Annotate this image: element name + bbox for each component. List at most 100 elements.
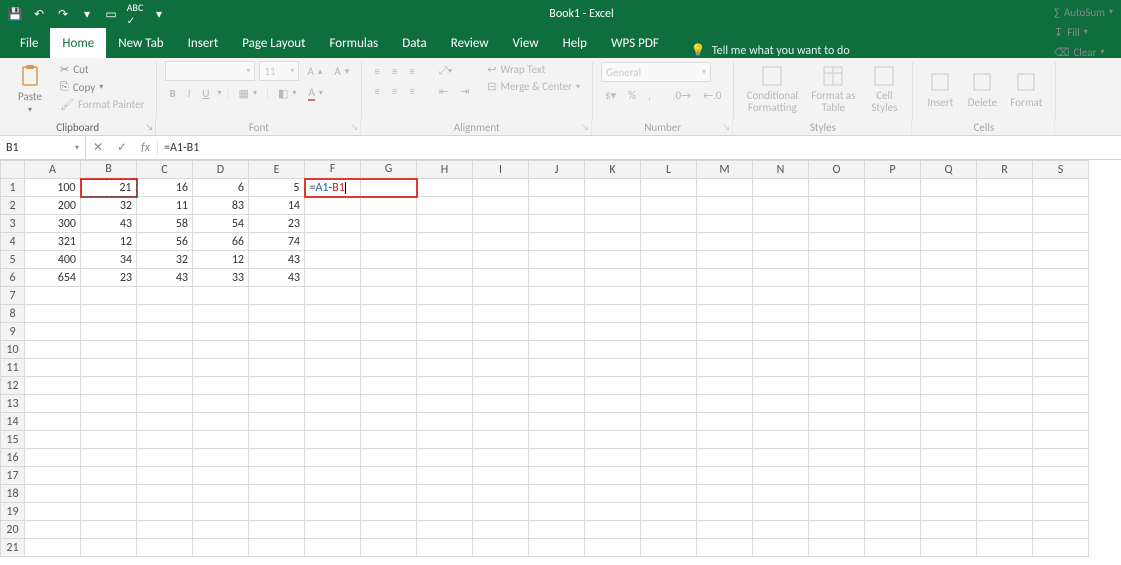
save-icon[interactable]: 💾 (6, 5, 24, 23)
cell-K14[interactable] (585, 413, 641, 431)
cell-S13[interactable] (1033, 395, 1089, 413)
cell-N9[interactable] (753, 323, 809, 341)
formula-bar[interactable]: =A1-B1 (158, 141, 1121, 155)
cell-E15[interactable] (249, 431, 305, 449)
cell-H20[interactable] (417, 521, 473, 539)
cell-G16[interactable] (361, 449, 417, 467)
cell-K11[interactable] (585, 359, 641, 377)
cell-K1[interactable] (585, 179, 641, 197)
cell-O21[interactable] (809, 539, 865, 557)
cell-Q3[interactable] (921, 215, 977, 233)
cell-K6[interactable] (585, 269, 641, 287)
cell-A1[interactable]: 100 (25, 179, 81, 197)
cell-P20[interactable] (865, 521, 921, 539)
cell-A19[interactable] (25, 503, 81, 521)
cell-P15[interactable] (865, 431, 921, 449)
cell-D3[interactable]: 54 (193, 215, 249, 233)
cell-N6[interactable] (753, 269, 809, 287)
cell-L10[interactable] (641, 341, 697, 359)
cell-D16[interactable] (193, 449, 249, 467)
cell-O9[interactable] (809, 323, 865, 341)
tab-formulas[interactable]: Formulas (318, 28, 391, 58)
cell-I10[interactable] (473, 341, 529, 359)
row-header-17[interactable]: 17 (1, 467, 25, 485)
cell-E2[interactable]: 14 (249, 197, 305, 215)
cell-A13[interactable] (25, 395, 81, 413)
clear-button[interactable]: ⌫Clear▾ (1050, 43, 1117, 61)
cell-B8[interactable] (81, 305, 137, 323)
cell-G4[interactable] (361, 233, 417, 251)
tell-me-search[interactable]: 💡 Tell me what you want to do (691, 43, 850, 58)
cell-D12[interactable] (193, 377, 249, 395)
cell-L14[interactable] (641, 413, 697, 431)
row-header-9[interactable]: 9 (1, 323, 25, 341)
cell-L8[interactable] (641, 305, 697, 323)
cell-J1[interactable] (529, 179, 585, 197)
cell-M3[interactable] (697, 215, 753, 233)
cell-N20[interactable] (753, 521, 809, 539)
cell-N21[interactable] (753, 539, 809, 557)
cell-F9[interactable] (305, 323, 361, 341)
cell-I15[interactable] (473, 431, 529, 449)
cell-H12[interactable] (417, 377, 473, 395)
cell-Q5[interactable] (921, 251, 977, 269)
cell-R14[interactable] (977, 413, 1033, 431)
cell-S7[interactable] (1033, 287, 1089, 305)
increase-font-button[interactable]: A▴ (303, 64, 326, 79)
format-as-table-button[interactable]: Format as Table (806, 60, 860, 118)
cell-G11[interactable] (361, 359, 417, 377)
insert-function-button[interactable]: fx (134, 141, 158, 155)
tab-view[interactable]: View (501, 28, 551, 58)
cell-B17[interactable] (81, 467, 137, 485)
cell-B18[interactable] (81, 485, 137, 503)
qat-dropdown-icon[interactable]: ▾ (78, 5, 96, 23)
cell-C4[interactable]: 56 (137, 233, 193, 251)
cell-K7[interactable] (585, 287, 641, 305)
cell-P1[interactable] (865, 179, 921, 197)
cell-R10[interactable] (977, 341, 1033, 359)
cell-E10[interactable] (249, 341, 305, 359)
cell-C17[interactable] (137, 467, 193, 485)
cell-N5[interactable] (753, 251, 809, 269)
row-header-16[interactable]: 16 (1, 449, 25, 467)
cell-K13[interactable] (585, 395, 641, 413)
tab-file[interactable]: File (8, 28, 50, 58)
cell-M14[interactable] (697, 413, 753, 431)
cell-P10[interactable] (865, 341, 921, 359)
name-box[interactable]: B1 ▾ (0, 136, 86, 159)
cell-A17[interactable] (25, 467, 81, 485)
autosum-button[interactable]: ∑AutoSum▾ (1050, 3, 1117, 21)
dialog-launcher-icon[interactable]: ↘ (581, 122, 589, 133)
cell-S14[interactable] (1033, 413, 1089, 431)
cell-H11[interactable] (417, 359, 473, 377)
cell-Q17[interactable] (921, 467, 977, 485)
cell-M1[interactable] (697, 179, 753, 197)
spellcheck-icon[interactable]: ABC✓ (126, 5, 144, 23)
cell-Q13[interactable] (921, 395, 977, 413)
cell-B21[interactable] (81, 539, 137, 557)
merge-center-button[interactable]: ⊟Merge & Center▾ (483, 79, 584, 94)
cell-K3[interactable] (585, 215, 641, 233)
cell-N3[interactable] (753, 215, 809, 233)
cell-O17[interactable] (809, 467, 865, 485)
increase-decimal-button[interactable]: .0→ (669, 88, 695, 103)
cell-H5[interactable] (417, 251, 473, 269)
cell-K20[interactable] (585, 521, 641, 539)
cell-A18[interactable] (25, 485, 81, 503)
cell-O8[interactable] (809, 305, 865, 323)
row-header-4[interactable]: 4 (1, 233, 25, 251)
cell-H14[interactable] (417, 413, 473, 431)
cell-K18[interactable] (585, 485, 641, 503)
cell-H18[interactable] (417, 485, 473, 503)
cell-K5[interactable] (585, 251, 641, 269)
cell-J4[interactable] (529, 233, 585, 251)
cell-J17[interactable] (529, 467, 585, 485)
cell-L4[interactable] (641, 233, 697, 251)
col-header-R[interactable]: R (977, 161, 1033, 179)
row-header-20[interactable]: 20 (1, 521, 25, 539)
cell-P5[interactable] (865, 251, 921, 269)
cell-E14[interactable] (249, 413, 305, 431)
cell-D15[interactable] (193, 431, 249, 449)
col-header-P[interactable]: P (865, 161, 921, 179)
row-header-19[interactable]: 19 (1, 503, 25, 521)
